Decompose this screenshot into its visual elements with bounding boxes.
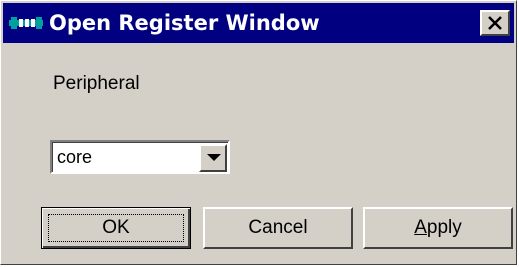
apply-button[interactable]: Apply [363,207,513,249]
dropdown-button[interactable] [199,144,227,172]
peripheral-label: Peripheral [53,73,140,94]
apply-button-label: pply [426,217,462,238]
close-button[interactable] [480,10,510,36]
cancel-button[interactable]: Cancel [203,207,353,249]
peripheral-selected-value: core [57,147,93,167]
open-register-window-dialog: Open Register Window Peripheral core OK … [0,0,517,265]
combobox-field[interactable]: core [52,142,228,172]
focus-rectangle [48,214,184,242]
title-bar[interactable]: Open Register Window [3,3,514,43]
close-icon [488,16,502,30]
register-window-app-icon [9,17,43,29]
peripheral-combobox[interactable]: core [50,140,230,174]
chevron-down-icon [207,154,221,161]
window-title: Open Register Window [49,11,320,35]
cancel-button-label: Cancel [248,217,308,238]
apply-button-mnemonic: A [414,217,427,238]
ok-button[interactable]: OK [41,207,191,249]
